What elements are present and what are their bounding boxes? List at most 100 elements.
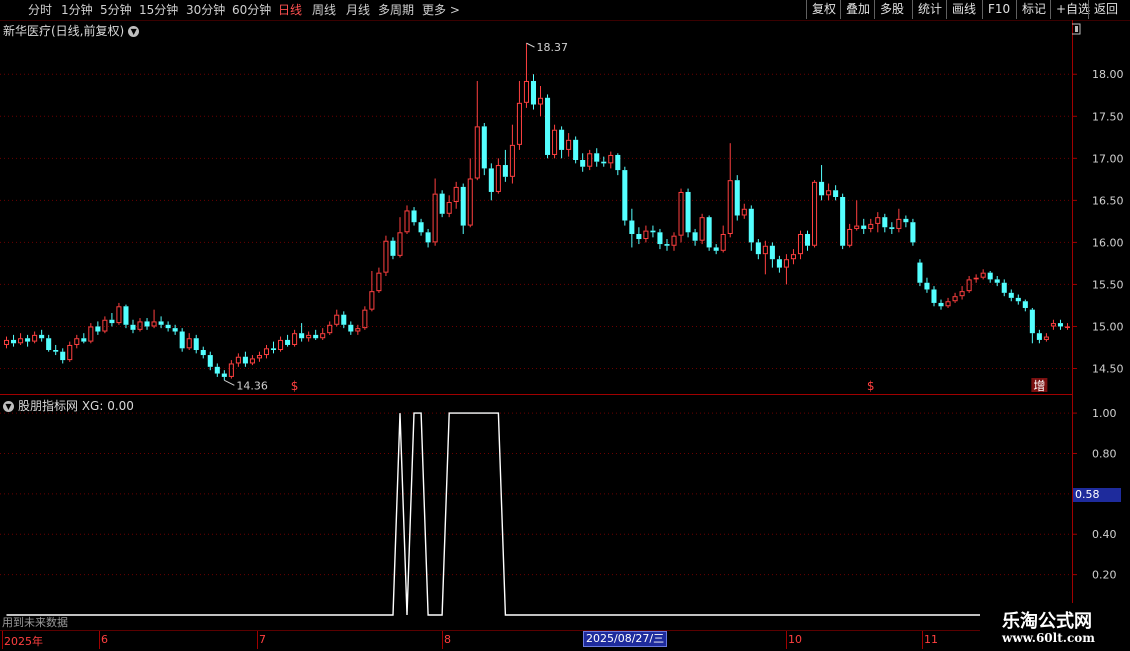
toolbar-button[interactable]: 返回	[1088, 0, 1123, 19]
toolbar-button[interactable]: F10	[982, 0, 1015, 19]
candle	[67, 341, 73, 362]
toolbar-button[interactable]: 统计	[912, 0, 947, 19]
period-tab[interactable]: 分时	[28, 2, 52, 18]
indicator-tick-label: 1.00	[1092, 407, 1117, 420]
candle	[727, 143, 733, 238]
candle	[327, 321, 333, 335]
chevron-down-icon[interactable]: ▼	[3, 401, 14, 412]
date-tick	[99, 631, 100, 649]
candle	[587, 149, 593, 171]
chart-title-row: 新华医疗(日线,前复权) ▼	[3, 22, 140, 39]
candle	[1008, 289, 1014, 302]
candle	[137, 318, 143, 332]
candle	[629, 208, 635, 248]
date-tick	[786, 631, 787, 649]
candle	[657, 228, 663, 250]
candle	[1015, 294, 1021, 305]
candle	[706, 215, 712, 251]
candle	[973, 274, 979, 283]
candle	[741, 203, 747, 219]
candle	[221, 370, 227, 381]
period-tab[interactable]: 30分钟	[186, 2, 225, 18]
candle	[516, 80, 522, 150]
candle	[102, 316, 108, 334]
indicator-pane[interactable]: ▼ 股朋指标网 XG: 0.00 用到未来数据	[0, 395, 1072, 629]
period-tab[interactable]: 月线	[346, 2, 370, 18]
toolbar-button[interactable]: 画线	[946, 0, 981, 19]
candle	[812, 180, 818, 248]
candle	[404, 205, 410, 234]
candle	[952, 292, 958, 303]
period-tab[interactable]: 5分钟	[100, 2, 132, 18]
candle	[207, 351, 213, 371]
svg-text:$: $	[291, 379, 299, 393]
candle	[882, 213, 888, 233]
indicator-title-row: ▼ 股朋指标网 XG: 0.00	[3, 397, 134, 414]
candlestick-pane[interactable]: 18.37 14.36 $ $ 增 新华医疗(日线,前复权) ▼	[0, 20, 1072, 395]
candle	[285, 334, 291, 347]
candle	[74, 334, 80, 349]
price-axis: 18.00 17.50 17.00 16.50 16.00 15.50 15.00 14.50	[1055, 20, 1130, 395]
candle	[1036, 329, 1042, 344]
candle	[130, 319, 136, 334]
indicator-axis: 1.00 0.80 0.40 0.20	[1072, 395, 1130, 628]
date-tick	[257, 631, 258, 649]
candle	[144, 318, 150, 330]
toolbar-button[interactable]: 叠加	[840, 0, 875, 19]
candle	[11, 334, 17, 347]
toolbar-button[interactable]: 多股	[874, 0, 909, 19]
period-tab[interactable]: 更多 >	[422, 2, 460, 18]
candle	[840, 193, 846, 250]
candle	[256, 351, 262, 362]
candle	[762, 240, 768, 275]
period-tab[interactable]: 日线	[278, 2, 302, 18]
date-axis: 2025年 6 7 8 10 11	[0, 630, 980, 651]
candle	[945, 297, 951, 308]
signal-marker: $	[867, 379, 875, 393]
candle	[263, 344, 270, 359]
period-tab[interactable]: 60分钟	[232, 2, 271, 18]
candle	[369, 270, 375, 312]
candle	[109, 313, 115, 327]
candle	[917, 259, 923, 287]
svg-text:增: 增	[1033, 379, 1045, 393]
candle	[566, 133, 572, 157]
candle	[1057, 319, 1063, 330]
candle	[334, 309, 340, 327]
candle	[165, 321, 171, 332]
candle	[474, 80, 480, 181]
period-tab[interactable]: 15分钟	[139, 2, 178, 18]
candle	[432, 178, 438, 246]
candle	[320, 328, 326, 340]
candlestick-chart[interactable]: 18.37 14.36 $ $ 增	[0, 20, 1072, 395]
chevron-down-icon[interactable]: ▼	[128, 26, 140, 37]
period-tab[interactable]: 多周期	[378, 2, 414, 18]
candle	[116, 302, 122, 325]
toolbar-button[interactable]: 复权	[806, 0, 841, 19]
indicator-chart[interactable]	[0, 395, 1072, 628]
period-tab[interactable]: 周线	[312, 2, 336, 18]
candle	[242, 351, 248, 367]
toolbar-button[interactable]: 标记	[1016, 0, 1051, 19]
indicator-axis-svg: 1.00 0.80 0.40 0.20	[1072, 395, 1117, 628]
future-data-label: 用到未来数据	[2, 616, 68, 629]
cursor-value-badge: 0.58	[1073, 488, 1121, 502]
candle	[228, 360, 234, 379]
candle	[348, 321, 354, 335]
price-tick-label: 18.00	[1092, 68, 1124, 81]
candle	[509, 124, 515, 184]
date-label: 6	[101, 633, 108, 646]
date-tick	[442, 631, 443, 649]
candle	[797, 230, 804, 260]
candle	[502, 149, 508, 182]
candle	[875, 212, 881, 233]
price-axis-svg: 18.00 17.50 17.00 16.50 16.00 15.50 15.00 14.50	[1055, 20, 1124, 395]
candle	[46, 334, 52, 352]
candle	[559, 126, 565, 159]
candle	[439, 190, 445, 218]
candle	[1064, 323, 1071, 330]
price-tick-label: 16.50	[1092, 194, 1124, 207]
candle	[151, 309, 157, 329]
candle	[671, 232, 677, 251]
period-tab[interactable]: 1分钟	[61, 2, 93, 18]
